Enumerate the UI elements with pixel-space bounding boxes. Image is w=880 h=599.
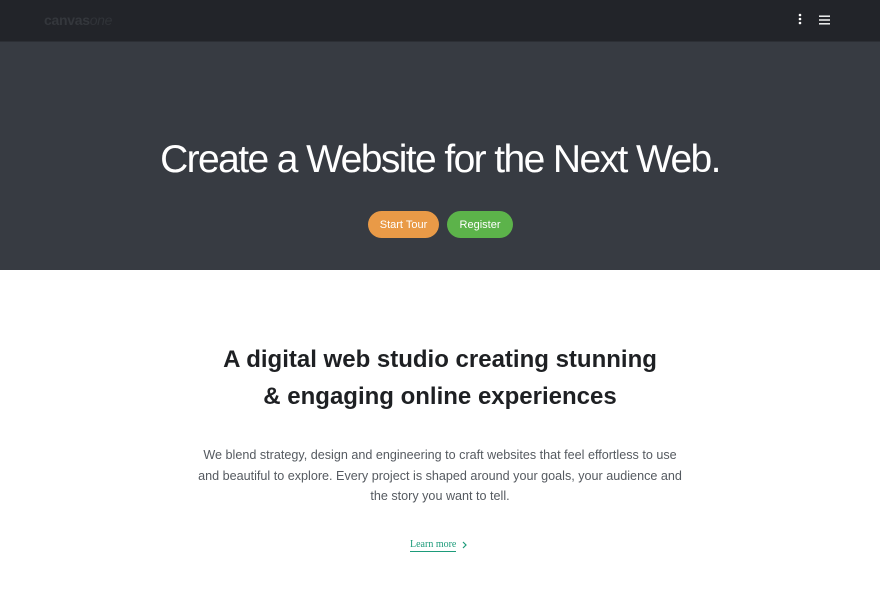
register-button[interactable]: Register: [447, 211, 513, 238]
logo-suffix-text: one: [89, 12, 113, 28]
vertical-dots-icon: [798, 12, 802, 30]
hamburger-icon: [818, 12, 830, 30]
logo[interactable]: canvasone: [44, 12, 112, 28]
top-navigation-bar: canvasone: [0, 0, 880, 42]
learn-more-link[interactable]: Learn more: [410, 536, 468, 554]
headline-line-1: A digital web studio creating stunning: [223, 346, 657, 373]
learn-more-label: Learn more: [410, 538, 457, 552]
logo-main-text: canvas: [44, 12, 90, 28]
more-options-button[interactable]: [789, 10, 811, 32]
menu-button[interactable]: [813, 10, 835, 32]
start-tour-button[interactable]: Start Tour: [368, 211, 439, 238]
intro-paragraph: We blend strategy, design and engineerin…: [198, 448, 682, 503]
section-headline: A digital web studio creating stunning &…: [0, 341, 880, 415]
hero-title: Create a Website for the Next Web.: [160, 138, 721, 181]
headline-line-2: & engaging online experiences: [263, 383, 617, 410]
chevron-right-icon: [462, 536, 468, 554]
hero-section: Create a Website for the Next Web. Start…: [0, 42, 880, 270]
